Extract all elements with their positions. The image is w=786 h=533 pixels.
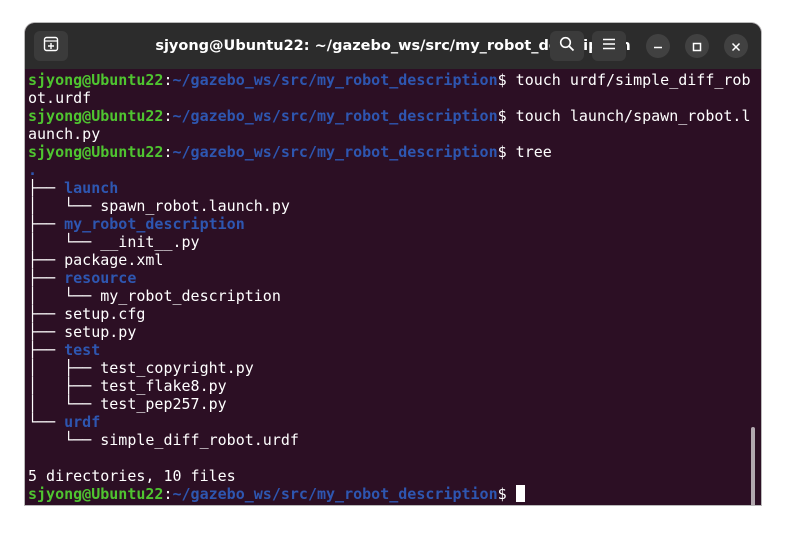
tree-branch: ├── (28, 269, 65, 287)
prompt-separator: : (163, 485, 173, 503)
scrollbar[interactable] (751, 427, 755, 505)
tree-directory: launch (64, 179, 119, 197)
new-tab-icon (43, 36, 59, 56)
prompt-line: sjyong@Ubuntu22:~/gazebo_ws/src/my_robot… (28, 143, 552, 161)
terminal-output[interactable]: sjyong@Ubuntu22:~/gazebo_ws/src/my_robot… (25, 69, 761, 505)
terminal-window: sjyong@Ubuntu22: ~/gazebo_ws/src/my_robo… (25, 23, 761, 505)
prompt-user-host: sjyong@Ubuntu22 (28, 485, 164, 503)
tree-line: │ └── test_pep257.py (28, 395, 227, 413)
prompt-separator: : (163, 107, 173, 125)
tree-line: ├── my_robot_description (28, 215, 245, 233)
tree-file: spawn_robot.launch.py (100, 197, 290, 215)
command-continuation: ot.urdf (28, 89, 92, 107)
tree-file: simple_diff_robot.urdf (100, 431, 299, 449)
tree-line: │ ├── test_copyright.py (28, 359, 254, 377)
prompt-line: sjyong@Ubuntu22:~/gazebo_ws/src/my_robot… (28, 71, 750, 89)
prompt-user-host: sjyong@Ubuntu22 (28, 71, 164, 89)
tree-branch: └── (28, 431, 101, 449)
tree-branch: ├── (28, 179, 65, 197)
tree-branch: ├── (28, 323, 65, 341)
command-text: touch launch/spawn_robot.l (515, 107, 751, 125)
tree-line: ├── setup.cfg (28, 305, 145, 323)
tree-root: . (28, 161, 38, 179)
tree-file: test_copyright.py (100, 359, 254, 377)
tree-directory: resource (64, 269, 137, 287)
close-icon (731, 37, 741, 56)
tree-directory: my_robot_description (64, 215, 245, 233)
close-button[interactable] (724, 34, 748, 58)
tree-branch: └── (28, 413, 65, 431)
tree-branch: ├── (28, 305, 65, 323)
command-text: touch urdf/simple_diff_rob (515, 71, 751, 89)
tree-line: ├── setup.py (28, 323, 136, 341)
prompt-dollar: $ (497, 71, 516, 89)
tree-branch: │ ├── (28, 359, 101, 377)
minimize-icon (653, 37, 663, 56)
tree-line: │ └── my_robot_description (28, 287, 281, 305)
prompt-user-host: sjyong@Ubuntu22 (28, 143, 164, 161)
menu-button[interactable] (592, 31, 626, 61)
tree-line: └── urdf (28, 413, 100, 431)
text-cursor (515, 485, 525, 502)
search-button[interactable] (550, 31, 584, 61)
prompt-path: ~/gazebo_ws/src/my_robot_description (172, 143, 498, 161)
tree-line: ├── package.xml (28, 251, 163, 269)
tree-directory: test (64, 341, 101, 359)
maximize-icon (692, 37, 702, 56)
prompt-dollar: $ (497, 107, 516, 125)
tree-file: __init__.py (100, 233, 200, 251)
tree-branch: │ └── (28, 233, 101, 251)
hamburger-menu-icon (601, 36, 617, 56)
prompt-line: sjyong@Ubuntu22:~/gazebo_ws/src/my_robot… (28, 107, 750, 125)
title-bar: sjyong@Ubuntu22: ~/gazebo_ws/src/my_robo… (25, 23, 761, 69)
tree-file: setup.cfg (64, 305, 146, 323)
tree-directory: urdf (64, 413, 101, 431)
tree-file: test_flake8.py (100, 377, 227, 395)
command-continuation: aunch.py (28, 125, 101, 143)
prompt-path: ~/gazebo_ws/src/my_robot_description (172, 71, 498, 89)
prompt-dollar: $ (497, 143, 516, 161)
tree-file: setup.py (64, 323, 137, 341)
tree-line: │ └── spawn_robot.launch.py (28, 197, 290, 215)
tree-line: ├── test (28, 341, 100, 359)
prompt-line: sjyong@Ubuntu22:~/gazebo_ws/src/my_robot… (28, 485, 525, 503)
tree-branch: │ ├── (28, 377, 101, 395)
tree-line: │ └── __init__.py (28, 233, 200, 251)
tree-file: package.xml (64, 251, 164, 269)
tree-branch: ├── (28, 341, 65, 359)
minimize-button[interactable] (646, 34, 670, 58)
prompt-path: ~/gazebo_ws/src/my_robot_description (172, 485, 498, 503)
tree-line: └── simple_diff_robot.urdf (28, 431, 299, 449)
tree-file: my_robot_description (100, 287, 281, 305)
prompt-dollar: $ (497, 485, 516, 503)
tree-branch: │ └── (28, 287, 101, 305)
tree-file: test_pep257.py (100, 395, 227, 413)
prompt-separator: : (163, 71, 173, 89)
command-text: tree (515, 143, 552, 161)
new-tab-button[interactable] (34, 31, 68, 61)
maximize-button[interactable] (685, 34, 709, 58)
prompt-user-host: sjyong@Ubuntu22 (28, 107, 164, 125)
tree-line: ├── resource (28, 269, 136, 287)
tree-summary: 5 directories, 10 files (28, 467, 236, 485)
tree-branch: ├── (28, 251, 65, 269)
tree-line: ├── launch (28, 179, 118, 197)
prompt-path: ~/gazebo_ws/src/my_robot_description (172, 107, 498, 125)
tree-branch: │ └── (28, 395, 101, 413)
tree-branch: │ └── (28, 197, 101, 215)
search-icon (559, 36, 575, 56)
tree-branch: ├── (28, 215, 65, 233)
tree-line: │ ├── test_flake8.py (28, 377, 227, 395)
prompt-separator: : (163, 143, 173, 161)
